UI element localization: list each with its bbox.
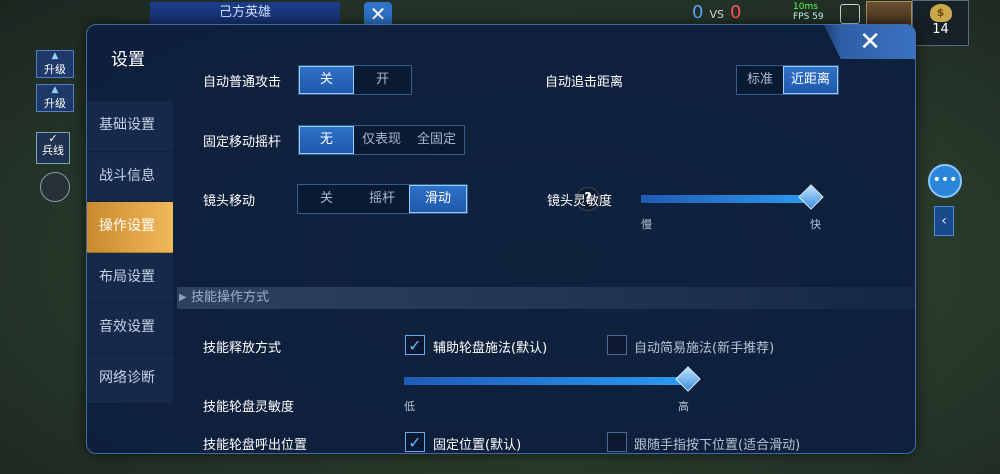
- auto-chase-close[interactable]: 近距离: [783, 66, 839, 94]
- score-display: 0 VS 0: [692, 2, 741, 23]
- joystick-visual[interactable]: 仅表现: [354, 126, 409, 154]
- cast-mode-assist-label[interactable]: 辅助轮盘施法(默认): [433, 337, 547, 356]
- close-panel-icon[interactable]: ✕: [364, 2, 392, 26]
- slider-min-label: 低: [404, 400, 415, 413]
- wheel-position-follow-checkbox[interactable]: [607, 432, 627, 452]
- camera-sensitivity-label: 镜头灵敏度: [547, 194, 613, 209]
- slider-fill: [641, 195, 810, 203]
- slider-thumb[interactable]: [797, 184, 824, 210]
- auto-attack-on[interactable]: 开: [354, 66, 411, 94]
- nav-item-battle-info[interactable]: 战斗信息: [87, 151, 173, 202]
- nav-item-controls[interactable]: 操作设置: [87, 202, 173, 253]
- slider-max-label: 高: [678, 400, 689, 413]
- wheel-sensitivity-slider[interactable]: 低 高: [404, 366, 701, 413]
- cast-mode-label: 技能释放方式: [203, 341, 282, 356]
- auto-chase-standard[interactable]: 标准: [737, 66, 783, 94]
- wheel-position-fixed-label[interactable]: 固定位置(默认): [433, 434, 521, 453]
- nav-item-layout[interactable]: 布局设置: [87, 252, 173, 303]
- cast-mode-auto-label[interactable]: 自动简易施法(新手推荐): [634, 337, 774, 356]
- upgrade-button[interactable]: ▲ 升级: [36, 50, 74, 78]
- ping-label: 10ms: [793, 2, 818, 12]
- camera-move-swipe[interactable]: 滑动: [409, 185, 468, 213]
- wheel-position-label: 技能轮盘呼出位置: [203, 438, 308, 453]
- coin-bag-icon: $: [929, 4, 952, 22]
- section-header: ▶ 技能操作方式: [177, 287, 915, 309]
- upgrade-button[interactable]: ▲ 升级: [36, 84, 74, 112]
- chat-icon[interactable]: •••: [928, 164, 962, 198]
- team-heroes-title: 己方英雄: [150, 2, 340, 25]
- slider-thumb[interactable]: [675, 366, 701, 392]
- camera-move-off[interactable]: 关: [298, 185, 355, 213]
- slider-fill: [404, 377, 687, 385]
- auto-chase-toggle: 标准 近距离: [736, 65, 840, 95]
- settings-nav: 基础设置 战斗信息 操作设置 布局设置 音效设置 网络诊断: [87, 101, 173, 404]
- cast-mode-auto-checkbox[interactable]: [607, 335, 627, 355]
- blue-score: 0: [692, 2, 704, 23]
- section-title: 技能操作方式: [191, 290, 270, 305]
- camera-move-joystick[interactable]: 摇杆: [355, 185, 409, 213]
- camera-sensitivity-slider[interactable]: 慢 快: [641, 184, 824, 231]
- minion-label: 兵线: [42, 144, 64, 157]
- settings-dialog: 设置 ✕ 基础设置 战斗信息 操作设置 布局设置 音效设置 网络诊断 自动普通攻…: [86, 24, 916, 454]
- dialog-title: 设置: [111, 50, 145, 70]
- auto-attack-toggle: 关 开: [298, 65, 413, 95]
- minion-button[interactable]: ✓ 兵线: [36, 132, 70, 164]
- shield-icon[interactable]: [40, 172, 70, 202]
- wheel-position-follow-label[interactable]: 跟随手指按下位置(适合滑动): [634, 434, 800, 453]
- check-icon: ✓: [408, 433, 422, 452]
- chevron-left-icon[interactable]: ‹: [934, 206, 954, 236]
- cast-mode-assist-checkbox[interactable]: ✓: [405, 335, 425, 355]
- settings-gear-icon[interactable]: [840, 4, 860, 24]
- nav-item-basic[interactable]: 基础设置: [87, 101, 173, 152]
- camera-move-toggle: 关 摇杆 滑动: [297, 184, 469, 214]
- settings-content: 自动普通攻击 关 开 自动追击距离 标准 近距离 固定移动摇杆 无 仅表现 全固…: [175, 25, 915, 453]
- camera-move-label: 镜头移动: [203, 194, 256, 209]
- coin-count: 14: [932, 22, 949, 37]
- wheel-position-fixed-checkbox[interactable]: ✓: [405, 432, 425, 452]
- joystick-label: 固定移动摇杆: [203, 135, 282, 150]
- auto-attack-off[interactable]: 关: [299, 66, 355, 94]
- red-score: 0: [729, 2, 742, 23]
- joystick-none[interactable]: 无: [299, 126, 355, 154]
- check-icon: ✓: [408, 336, 422, 355]
- slider-min-label: 慢: [641, 218, 652, 231]
- nav-item-network[interactable]: 网络诊断: [87, 353, 173, 404]
- auto-chase-label: 自动追击距离: [545, 75, 624, 90]
- slider-max-label: 快: [810, 218, 821, 231]
- arrow-up-icon: ▲: [51, 85, 59, 95]
- chevron-right-icon: ▶: [179, 292, 187, 303]
- auto-attack-label: 自动普通攻击: [203, 75, 282, 90]
- vs-label: VS: [709, 8, 724, 21]
- joystick-fixed[interactable]: 全固定: [409, 126, 464, 154]
- network-status: 10ms FPS 59: [793, 2, 824, 22]
- upgrade-label: 升级: [44, 63, 66, 76]
- nav-item-sound[interactable]: 音效设置: [87, 303, 173, 354]
- joystick-toggle: 无 仅表现 全固定: [298, 125, 466, 155]
- upgrade-label: 升级: [44, 97, 66, 110]
- wheel-sensitivity-label: 技能轮盘灵敏度: [203, 400, 295, 415]
- fps-label: FPS 59: [793, 12, 824, 22]
- shop-button[interactable]: $ 14: [912, 0, 969, 46]
- arrow-up-icon: ▲: [51, 51, 59, 61]
